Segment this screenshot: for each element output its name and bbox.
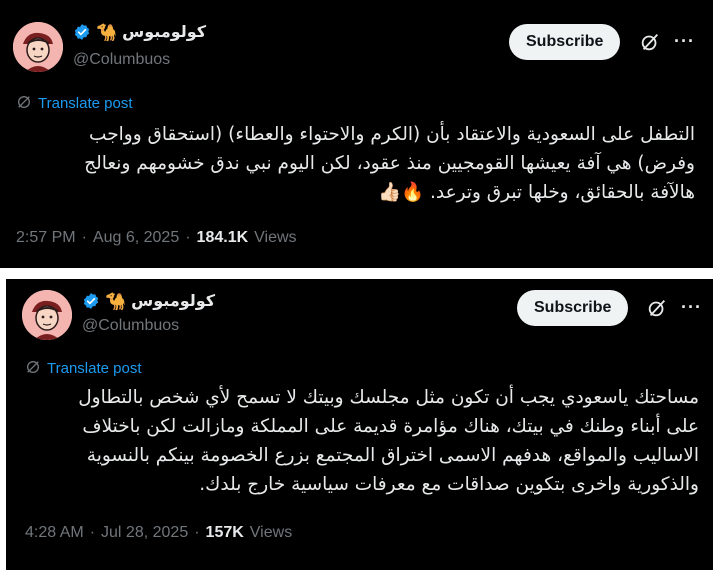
tweet-text-line: مساحتك ياسعودي يجب أن تكون مثل مجلسك وبي…: [78, 387, 699, 408]
translate-post-link[interactable]: Translate post: [25, 359, 142, 378]
meta-separator: ·: [185, 229, 191, 246]
subscribe-button[interactable]: Subscribe: [517, 290, 629, 326]
tweet-card: كولومبوس 🐪 @Columbuos Subscribe ··· Tran…: [0, 0, 713, 268]
verified-badge-icon: [83, 293, 99, 309]
tweet-date[interactable]: Aug 6, 2025: [93, 229, 179, 247]
tweet-card: كولومبوس 🐪 @Columbuos Subscribe ··· Tran…: [6, 279, 713, 570]
tweet-time[interactable]: 2:57 PM: [16, 229, 76, 247]
more-icon[interactable]: ···: [674, 31, 695, 52]
tweet-date[interactable]: Jul 28, 2025: [101, 524, 188, 542]
tweet-text: التطفل على السعودية والاعتقاد بأن (الكرم…: [15, 120, 695, 207]
user-handle[interactable]: @Columbuos: [82, 317, 179, 335]
subscribe-button[interactable]: Subscribe: [509, 24, 621, 60]
display-name: كولومبوس: [131, 293, 216, 310]
meta-separator: ·: [81, 229, 87, 246]
tweet-text-line: وفرض) هي آفة يعيشها القومجيين منذ عقود، …: [84, 153, 695, 174]
views-count: 184.1K: [196, 229, 249, 246]
tweet-text-line: التطفل على السعودية والاعتقاد بأن (الكرم…: [89, 124, 695, 145]
meta-separator: ·: [89, 524, 96, 541]
camel-icon: 🐪: [105, 291, 127, 311]
display-name-row[interactable]: كولومبوس 🐪: [73, 22, 206, 42]
translate-label: Translate post: [47, 360, 142, 377]
tweet-meta: 2:57 PM · Aug 6, 2025 · 184.1K Views: [16, 229, 297, 247]
views-label: Views: [249, 524, 293, 541]
tweet-time[interactable]: 4:28 AM: [25, 524, 84, 542]
translate-post-link[interactable]: Translate post: [16, 94, 133, 113]
display-name-row[interactable]: كولومبوس 🐪: [82, 291, 215, 311]
views-count: 157K: [205, 524, 244, 541]
tweet-text-line: على أبناء وطنك في بيتك، هناك مؤامرة قديم…: [82, 416, 699, 437]
tweet-text: مساحتك ياسعودي يجب أن تكون مثل مجلسك وبي…: [19, 383, 699, 499]
tweet-meta: 4:28 AM · Jul 28, 2025 · 157K Views: [25, 524, 292, 542]
translate-icon: [16, 94, 32, 113]
grok-icon[interactable]: [639, 31, 661, 53]
user-handle[interactable]: @Columbuos: [73, 51, 170, 69]
avatar-illustration: [22, 290, 72, 340]
more-icon[interactable]: ···: [681, 297, 702, 318]
verified-badge-icon: [74, 24, 90, 40]
avatar-illustration: [13, 22, 63, 72]
avatar[interactable]: [13, 22, 63, 72]
display-name: كولومبوس: [122, 24, 207, 41]
tweet-text-line: والذكورية واخرى بتكوين صداقات مع معرفات …: [199, 474, 699, 495]
camel-icon: 🐪: [96, 22, 118, 42]
translate-icon: [25, 359, 41, 378]
translate-label: Translate post: [38, 95, 133, 112]
avatar[interactable]: [22, 290, 72, 340]
tweet-text-line: هالآفة بالحقائق، وخلها تبرق وترعد. 🔥👍🏻: [378, 182, 695, 203]
views-label: Views: [254, 229, 297, 246]
grok-icon[interactable]: [646, 297, 668, 319]
meta-separator: ·: [194, 524, 200, 541]
tweet-text-line: الاساليب والمواقع، هدفهم الاسمى اختراق ا…: [86, 445, 699, 466]
